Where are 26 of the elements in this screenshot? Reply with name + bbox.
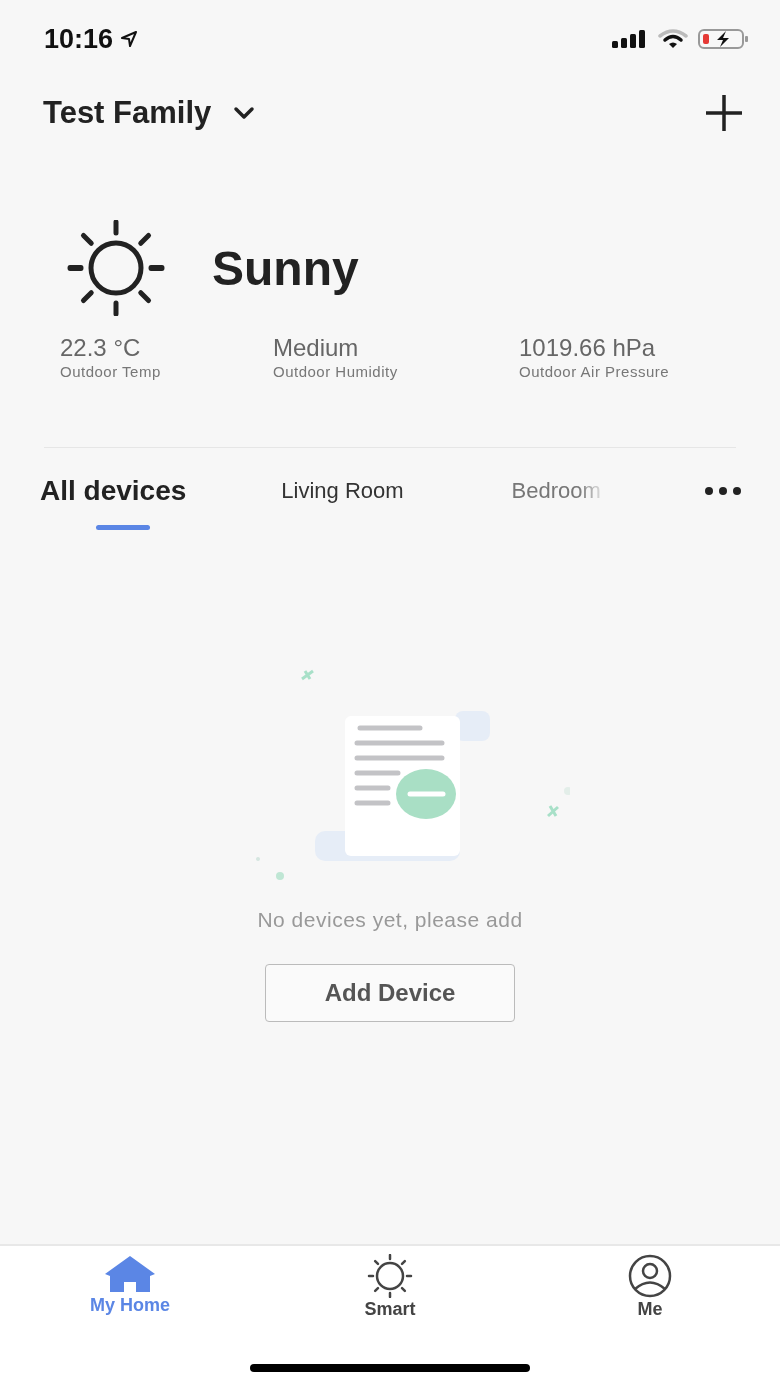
home-icon — [103, 1254, 157, 1294]
more-icon[interactable] — [704, 486, 742, 496]
add-icon[interactable] — [704, 93, 744, 133]
stat-label: Outdoor Temp — [60, 363, 162, 380]
chevron-down-icon[interactable] — [233, 106, 256, 120]
nav-tab[interactable]: My Home — [60, 1254, 200, 1344]
stat-label: Outdoor Humidity — [273, 363, 399, 380]
room-tab[interactable]: Living Room — [281, 478, 404, 504]
room-tab[interactable]: All devices — [40, 475, 187, 507]
stat-value: 1019.66 hPa — [519, 334, 657, 362]
location-arrow-icon — [119, 29, 140, 49]
weather-condition: Sunny — [212, 240, 359, 296]
wifi-icon — [658, 29, 688, 49]
battery-icon — [698, 28, 750, 50]
stat-value: Medium — [273, 334, 360, 362]
stat-label: Outdoor Air Pressure — [519, 363, 670, 380]
status-time: 10:16 — [44, 23, 114, 55]
nav-tab[interactable]: Me — [580, 1254, 720, 1344]
family-title[interactable]: Test Family — [43, 95, 212, 131]
room-tab[interactable]: Bedroom — [511, 478, 601, 504]
nav-tab[interactable]: Smart — [320, 1254, 460, 1344]
add-device-button[interactable]: Add Device — [265, 964, 515, 1022]
tab-indicator — [96, 525, 150, 530]
stat-value: 22.3 °C — [60, 334, 142, 362]
signal-icon — [612, 30, 648, 48]
empty-message: No devices yet, please add — [257, 908, 523, 932]
